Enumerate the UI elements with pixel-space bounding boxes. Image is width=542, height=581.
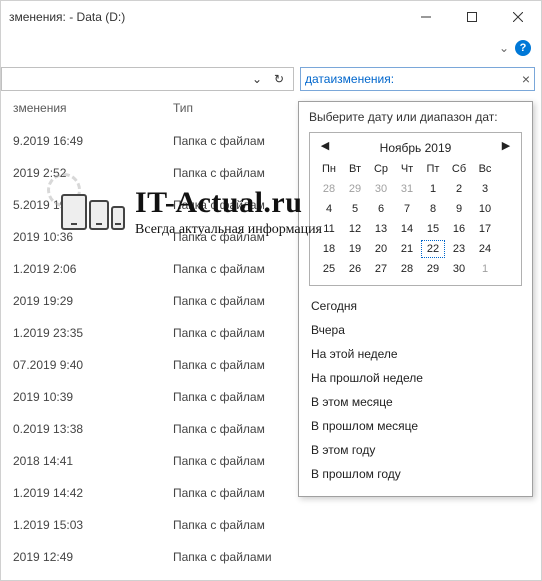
dropdown-caption: Выберите дату или диапазон дат:	[309, 110, 522, 124]
calendar-weekday: Сб	[446, 159, 472, 179]
file-date: 2019 10:36	[1, 230, 161, 244]
close-icon	[513, 12, 523, 22]
title-bar: зменения: - Data (D:)	[1, 1, 541, 33]
date-preset[interactable]: Сегодня	[309, 294, 522, 318]
calendar-day[interactable]: 11	[316, 219, 342, 239]
calendar-day[interactable]: 9	[446, 199, 472, 219]
calendar-day[interactable]: 17	[472, 219, 498, 239]
calendar-day[interactable]: 5	[342, 199, 368, 219]
maximize-icon	[467, 12, 477, 22]
calendar-day[interactable]: 19	[342, 239, 368, 259]
calendar-day[interactable]: 8	[420, 199, 446, 219]
calendar-day[interactable]: 28	[394, 259, 420, 279]
calendar-weekday: Пт	[420, 159, 446, 179]
file-date: 2019 2:52	[1, 166, 161, 180]
calendar-day-prev-month[interactable]: 28	[316, 179, 342, 199]
calendar-day[interactable]: 25	[316, 259, 342, 279]
file-date: 5.2019 19:37	[1, 198, 161, 212]
calendar-weekday: Чт	[394, 159, 420, 179]
help-row: ⌄ ?	[1, 33, 541, 63]
calendar: ◀ Ноябрь 2019 ▶ ПнВтСрЧтПтСбВс2829303112…	[309, 132, 522, 286]
close-button[interactable]	[495, 1, 541, 33]
calendar-day[interactable]: 15	[420, 219, 446, 239]
calendar-next-icon[interactable]: ▶	[499, 139, 513, 152]
file-date: 2018 14:41	[1, 454, 161, 468]
calendar-day[interactable]: 1	[420, 179, 446, 199]
address-dropdown-icon[interactable]: ⌄	[247, 72, 267, 86]
calendar-day[interactable]: 30	[446, 259, 472, 279]
search-term: датаизменения:	[305, 72, 518, 86]
calendar-month-label[interactable]: Ноябрь 2019	[380, 141, 452, 155]
calendar-weekday: Пн	[316, 159, 342, 179]
expand-ribbon-chevron-icon[interactable]: ⌄	[499, 41, 509, 55]
refresh-icon[interactable]: ↻	[269, 72, 289, 86]
calendar-prev-icon[interactable]: ◀	[318, 139, 332, 152]
calendar-day-next-month[interactable]: 1	[472, 259, 498, 279]
calendar-day[interactable]: 3	[472, 179, 498, 199]
file-date: 2019 10:39	[1, 390, 161, 404]
date-filter-dropdown: Выберите дату или диапазон дат: ◀ Ноябрь…	[298, 101, 533, 497]
calendar-day[interactable]: 10	[472, 199, 498, 219]
file-type: Папка с файлами	[161, 550, 541, 564]
date-preset[interactable]: В этом месяце	[309, 390, 522, 414]
date-preset[interactable]: На прошлой неделе	[309, 366, 522, 390]
maximize-button[interactable]	[449, 1, 495, 33]
calendar-header: ◀ Ноябрь 2019 ▶	[316, 137, 515, 159]
minimize-button[interactable]	[403, 1, 449, 33]
calendar-day-prev-month[interactable]: 31	[394, 179, 420, 199]
calendar-day[interactable]: 16	[446, 219, 472, 239]
calendar-weekday: Вт	[342, 159, 368, 179]
file-date: 1.2019 23:35	[1, 326, 161, 340]
file-date: 1.2019 15:03	[1, 518, 161, 532]
table-row[interactable]: 2019 12:49Папка с файлами	[1, 541, 541, 573]
file-date: 2019 19:29	[1, 294, 161, 308]
calendar-day[interactable]: 26	[342, 259, 368, 279]
calendar-day[interactable]: 4	[316, 199, 342, 219]
date-preset[interactable]: В этом году	[309, 438, 522, 462]
window-title: зменения: - Data (D:)	[9, 10, 403, 24]
search-box[interactable]: датаизменения: ×	[300, 67, 535, 91]
address-bar[interactable]: ⌄ ↻	[1, 67, 294, 91]
file-date: 1.2019 14:42	[1, 486, 161, 500]
preset-list: СегодняВчераНа этой неделеНа прошлой нед…	[309, 294, 522, 486]
calendar-day[interactable]: 21	[394, 239, 420, 259]
calendar-day-prev-month[interactable]: 29	[342, 179, 368, 199]
calendar-day[interactable]: 13	[368, 219, 394, 239]
calendar-weekday: Вс	[472, 159, 498, 179]
clear-search-icon[interactable]: ×	[522, 71, 530, 87]
file-date: 9.2019 16:49	[1, 134, 161, 148]
date-preset[interactable]: В прошлом месяце	[309, 414, 522, 438]
calendar-day[interactable]: 2	[446, 179, 472, 199]
calendar-day[interactable]: 18	[316, 239, 342, 259]
table-row[interactable]: 1.2019 15:03Папка с файлам	[1, 509, 541, 541]
calendar-day[interactable]: 27	[368, 259, 394, 279]
date-preset[interactable]: На этой неделе	[309, 342, 522, 366]
calendar-day-today[interactable]: 22	[420, 239, 446, 259]
file-date: 1.2019 2:06	[1, 262, 161, 276]
calendar-day[interactable]: 6	[368, 199, 394, 219]
date-preset[interactable]: Вчера	[309, 318, 522, 342]
calendar-day[interactable]: 23	[446, 239, 472, 259]
calendar-day[interactable]: 7	[394, 199, 420, 219]
calendar-day[interactable]: 20	[368, 239, 394, 259]
calendar-day-prev-month[interactable]: 30	[368, 179, 394, 199]
calendar-day[interactable]: 24	[472, 239, 498, 259]
calendar-day[interactable]: 29	[420, 259, 446, 279]
date-preset[interactable]: В прошлом году	[309, 462, 522, 486]
file-date: 2019 12:49	[1, 550, 161, 564]
toolbar-row: ⌄ ↻ датаизменения: ×	[1, 63, 541, 95]
minimize-icon	[421, 12, 431, 22]
calendar-weekday: Ср	[368, 159, 394, 179]
file-type: Папка с файлам	[161, 518, 541, 532]
column-header-date[interactable]: зменения	[1, 101, 161, 115]
calendar-grid: ПнВтСрЧтПтСбВс28293031123456789101112131…	[316, 159, 515, 279]
file-date: 0.2019 13:38	[1, 422, 161, 436]
help-icon[interactable]: ?	[515, 40, 531, 56]
calendar-day[interactable]: 14	[394, 219, 420, 239]
calendar-day[interactable]: 12	[342, 219, 368, 239]
file-date: 07.2019 9:40	[1, 358, 161, 372]
